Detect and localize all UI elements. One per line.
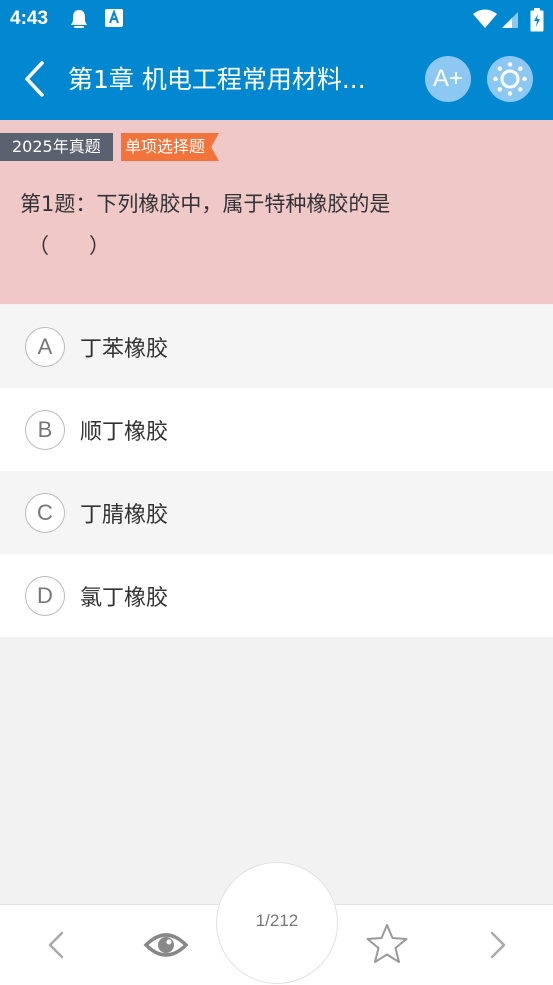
status-time: 4:43 [10, 8, 49, 29]
status-bar: 4:43 [0, 0, 553, 38]
wifi-icon [473, 8, 497, 34]
option-a[interactable]: A 丁苯橡胶 [0, 305, 553, 388]
chevron-left-icon [25, 61, 44, 97]
font-size-button[interactable]: A+ [425, 56, 471, 102]
option-letter: C [25, 492, 65, 533]
option-text: 顺丁橡胶 [80, 419, 169, 445]
option-text: 丁腈橡胶 [80, 502, 169, 528]
star-icon [366, 924, 408, 963]
sun-icon [493, 62, 527, 96]
app-bar: 第1章 机电工程常用材料... A+ [0, 38, 553, 120]
favorite-button[interactable] [364, 921, 410, 971]
option-letter: A [25, 326, 65, 367]
display-settings-button[interactable] [487, 56, 533, 102]
page-title: 第1章 机电工程常用材料... [68, 65, 366, 94]
chevron-left-icon [48, 931, 64, 959]
previous-question-button[interactable] [36, 923, 76, 971]
question-blank: （ ） [28, 234, 111, 258]
eye-icon [143, 933, 189, 957]
year-tag: 2025年真题 [0, 133, 113, 161]
option-d[interactable]: D 氯丁橡胶 [0, 554, 553, 637]
qq-notification-icon [68, 8, 90, 34]
option-text: 丁苯橡胶 [80, 336, 169, 362]
view-answer-button[interactable] [143, 923, 189, 971]
question-panel: 2025年真题 单项选择题 第1题：下列橡胶中，属于特种橡胶的是 （ ） [0, 120, 553, 304]
back-button[interactable] [16, 58, 56, 100]
question-index-button[interactable]: 1/212 [216, 862, 338, 984]
next-question-button[interactable] [478, 923, 518, 971]
app-notification-icon [104, 8, 124, 32]
font-size-label: A+ [432, 65, 464, 92]
option-letter: B [25, 409, 65, 450]
question-type-tag: 单项选择题 [121, 133, 220, 161]
battery-icon [530, 8, 544, 36]
option-letter: D [25, 575, 65, 616]
option-text: 氯丁橡胶 [80, 585, 169, 611]
chevron-right-icon [490, 931, 506, 959]
page-indicator: 1/212 [255, 911, 299, 930]
option-c[interactable]: C 丁腈橡胶 [0, 471, 553, 554]
question-text: 第1题：下列橡胶中，属于特种橡胶的是 [20, 192, 391, 216]
option-b[interactable]: B 顺丁橡胶 [0, 388, 553, 471]
signal-icon [500, 8, 520, 34]
